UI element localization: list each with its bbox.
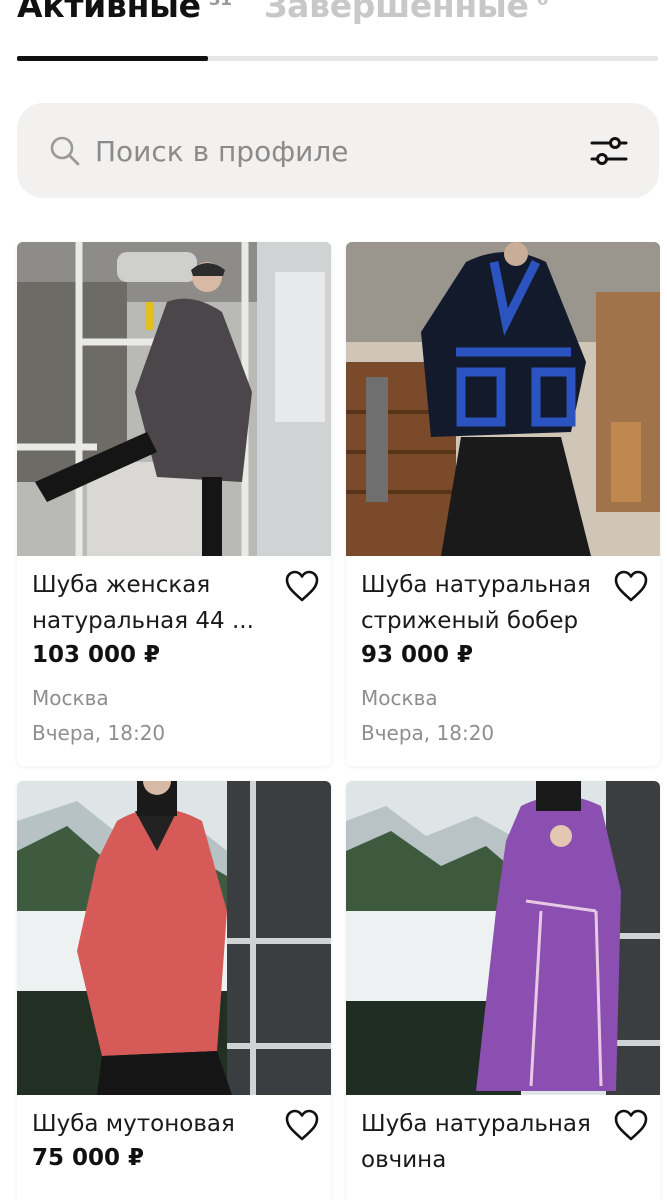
- listing-card[interactable]: Шуба женская натуральная 44 ... 103 000 …: [17, 242, 331, 766]
- listing-card[interactable]: Шуба мутоновая 75 000 ₽: [17, 781, 331, 1200]
- search-input[interactable]: [95, 127, 565, 175]
- listing-title[interactable]: Шуба натуральная стриженый бобер: [361, 567, 611, 639]
- listing-price: 75 000 ₽: [32, 1145, 145, 1171]
- listing-card[interactable]: Шуба натуральная овчина: [346, 781, 660, 1200]
- heart-icon[interactable]: [285, 570, 319, 604]
- tab-active-label: Активные: [17, 0, 201, 25]
- listing-price: 93 000 ₽: [361, 642, 474, 668]
- listing-city: Москва: [361, 686, 438, 710]
- tab-active-count: 31: [208, 0, 232, 10]
- listing-date: Вчера, 18:20: [32, 721, 166, 745]
- heart-icon[interactable]: [285, 1109, 319, 1143]
- tabs-active-indicator: [17, 56, 208, 61]
- listing-photo[interactable]: [346, 242, 660, 556]
- listing-title[interactable]: Шуба натуральная овчина: [361, 1106, 611, 1178]
- listing-photo[interactable]: [17, 781, 331, 1095]
- listing-photo[interactable]: [17, 242, 331, 556]
- listing-city: Москва: [32, 686, 109, 710]
- filter-sliders-icon[interactable]: [589, 133, 629, 169]
- tab-completed[interactable]: Завершенные 6: [264, 0, 548, 25]
- listing-tabs: Активные 31 Завершенные 6: [0, 0, 667, 62]
- listing-date: Вчера, 18:20: [361, 721, 495, 745]
- profile-listings-page: Активные 31 Завершенные 6 Поиск в профил…: [0, 0, 667, 1200]
- listing-price: 103 000 ₽: [32, 642, 161, 668]
- profile-search-bar[interactable]: [17, 103, 659, 198]
- listing-photo[interactable]: [346, 781, 660, 1095]
- search-icon: [50, 136, 80, 166]
- tab-completed-label: Завершенные: [264, 0, 529, 25]
- listing-card[interactable]: Шуба натуральная стриженый бобер 93 000 …: [346, 242, 660, 766]
- tab-completed-count: 6: [536, 0, 549, 10]
- heart-icon[interactable]: [614, 570, 648, 604]
- listing-title[interactable]: Шуба женская натуральная 44 ...: [32, 567, 282, 639]
- listing-title[interactable]: Шуба мутоновая: [32, 1106, 282, 1142]
- heart-icon[interactable]: [614, 1109, 648, 1143]
- tab-active[interactable]: Активные 31: [17, 0, 232, 25]
